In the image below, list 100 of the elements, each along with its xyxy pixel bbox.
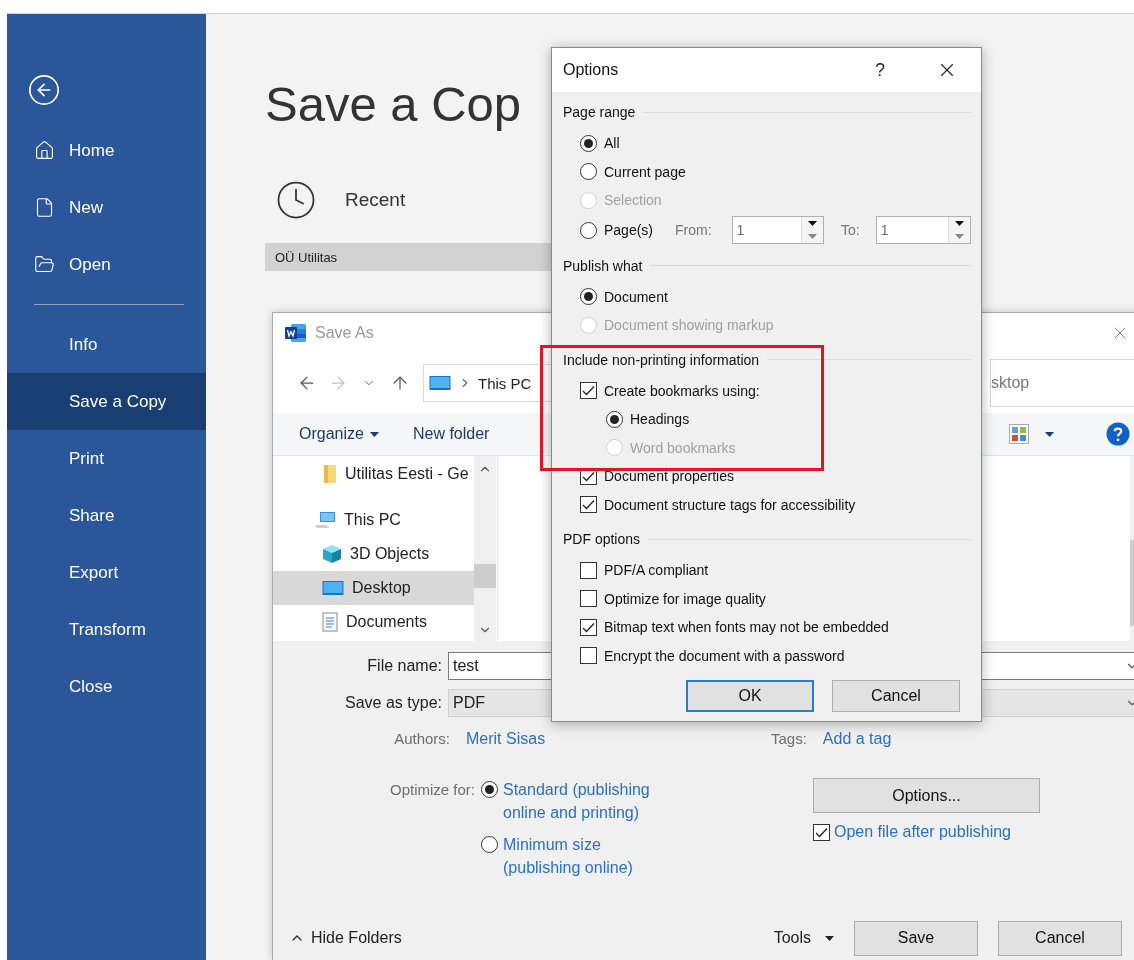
optimize-label: Optimize for: bbox=[388, 780, 475, 800]
document-icon bbox=[34, 197, 55, 218]
back-icon[interactable] bbox=[27, 73, 61, 107]
radio-option[interactable]: Headings bbox=[606, 410, 690, 428]
sidebar-item[interactable]: Save a Copy bbox=[7, 373, 206, 430]
sidebar-item[interactable]: Close bbox=[7, 658, 206, 715]
section-heading: Include non-printing information bbox=[563, 351, 760, 368]
optimize-option-label[interactable]: Standard (publishing online and printing) bbox=[503, 778, 673, 824]
checkbox-option[interactable]: Optimize for image quality bbox=[580, 590, 766, 608]
file-name-label: File name: bbox=[366, 657, 443, 675]
spin-down-icon bbox=[808, 234, 817, 239]
dialog-button[interactable]: Cancel bbox=[998, 920, 1122, 956]
checkbox[interactable] bbox=[580, 561, 597, 579]
clock-icon bbox=[275, 179, 317, 221]
radio-option[interactable]: Document bbox=[580, 288, 668, 306]
checkbox-option[interactable]: Document properties bbox=[580, 467, 734, 485]
hide-folders-button[interactable]: Hide Folders bbox=[289, 929, 402, 947]
recent-label[interactable]: Recent bbox=[345, 189, 406, 211]
folder-icon bbox=[34, 254, 55, 275]
authors-label: Authors: bbox=[393, 730, 450, 747]
folder-tree-item[interactable]: Utilitas Eesti - Ge bbox=[273, 457, 474, 491]
check-mark-icon bbox=[582, 470, 595, 482]
radio-button[interactable] bbox=[580, 288, 597, 306]
tools-button[interactable]: Tools bbox=[773, 929, 834, 947]
sidebar-item[interactable]: Export bbox=[7, 544, 206, 601]
sidebar-item[interactable]: Info bbox=[7, 316, 206, 373]
page-title: Save a Cop bbox=[265, 76, 522, 133]
radio-button[interactable] bbox=[580, 163, 597, 181]
caret-icon bbox=[369, 431, 379, 437]
checkbox-option[interactable]: Create bookmarks using: bbox=[580, 382, 760, 400]
section-heading: Publish what bbox=[563, 257, 643, 274]
sidebar-item[interactable]: Transform bbox=[7, 601, 206, 658]
number-field[interactable]: 1 bbox=[731, 216, 824, 244]
save-type-label: Save as type: bbox=[344, 694, 443, 712]
radio-button[interactable] bbox=[481, 836, 498, 853]
sidebar-item[interactable]: Share bbox=[7, 487, 206, 544]
view-caret-icon bbox=[1045, 431, 1054, 437]
checkbox[interactable] bbox=[580, 590, 597, 608]
checkbox[interactable] bbox=[580, 618, 597, 636]
section-heading: PDF options bbox=[563, 531, 641, 547]
view-grid-icon[interactable] bbox=[1009, 424, 1029, 444]
sidebar-item[interactable]: Open bbox=[7, 236, 206, 293]
radio-option[interactable]: Current page bbox=[580, 163, 686, 181]
new-folder-button[interactable]: New folder bbox=[412, 425, 490, 443]
desktop-icon bbox=[322, 580, 344, 596]
radio-button[interactable] bbox=[580, 134, 597, 152]
cube-icon bbox=[322, 544, 342, 564]
authors-link[interactable]: Merit Sisas bbox=[466, 730, 546, 748]
spin-down-icon bbox=[955, 234, 964, 239]
folder-tree-item[interactable]: Desktop bbox=[273, 571, 474, 605]
check-mark-icon bbox=[582, 621, 595, 633]
open-after-label[interactable]: Open file after publishing bbox=[834, 823, 1011, 841]
help-icon[interactable] bbox=[1106, 422, 1130, 446]
checkbox[interactable] bbox=[813, 823, 830, 841]
number-field[interactable]: 1 bbox=[875, 216, 971, 244]
dialog-title: Options bbox=[563, 61, 619, 79]
folder-tree-item[interactable]: 3D Objects bbox=[273, 537, 474, 571]
dialog-button[interactable]: Cancel bbox=[832, 680, 960, 712]
check-mark-icon bbox=[815, 826, 828, 838]
check-mark-icon bbox=[582, 499, 595, 511]
word-logo-icon bbox=[285, 323, 307, 343]
desktop-icon bbox=[428, 375, 452, 391]
folder-icon bbox=[323, 464, 337, 484]
to-label: To: bbox=[841, 222, 860, 238]
spin-up-icon bbox=[955, 221, 964, 226]
radio-option[interactable]: All bbox=[580, 134, 620, 152]
sidebar-item[interactable]: Home bbox=[7, 122, 206, 179]
computer-icon bbox=[314, 511, 336, 529]
sidebar-item[interactable]: New bbox=[7, 179, 206, 236]
search-field[interactable]: sktop bbox=[990, 359, 1134, 407]
scrollbar[interactable] bbox=[474, 456, 496, 641]
from-label: From: bbox=[675, 222, 712, 238]
breadcrumb-item[interactable]: This PC bbox=[478, 374, 532, 392]
dialog-button[interactable]: Save bbox=[854, 920, 978, 956]
folder-tree-item[interactable]: This PC bbox=[273, 503, 474, 537]
radio-option[interactable]: Page(s) bbox=[580, 221, 654, 239]
checkbox-option[interactable]: Document structure tags for accessibility bbox=[580, 496, 856, 514]
radio-button[interactable] bbox=[580, 221, 597, 239]
checkbox[interactable] bbox=[580, 647, 597, 665]
section-heading: Page range bbox=[563, 104, 636, 120]
optimize-option-label[interactable]: Minimum size (publishing online) bbox=[503, 833, 673, 879]
dialog-button[interactable]: OK bbox=[686, 680, 814, 712]
organize-button[interactable]: Organize bbox=[299, 425, 379, 443]
home-icon bbox=[34, 140, 55, 161]
dialog-title: Save As bbox=[315, 324, 374, 342]
caret-icon bbox=[825, 935, 834, 941]
checkbox[interactable] bbox=[580, 382, 597, 400]
checkbox-option[interactable]: Encrypt the document with a password bbox=[580, 647, 845, 665]
sidebar-item[interactable]: Print bbox=[7, 430, 206, 487]
checkbox-option[interactable]: Bitmap text when fonts may not be embedded bbox=[580, 618, 889, 636]
options-button[interactable]: Options... bbox=[813, 778, 1040, 813]
radio-button[interactable] bbox=[606, 410, 623, 428]
radio-button[interactable] bbox=[481, 781, 498, 798]
folder-tree-item[interactable]: Documents bbox=[273, 605, 474, 639]
help-button[interactable]: ? bbox=[870, 59, 890, 81]
scroll-thumb[interactable] bbox=[474, 563, 496, 588]
tags-link[interactable]: Add a tag bbox=[822, 730, 892, 748]
checkbox[interactable] bbox=[580, 496, 597, 514]
tags-label: Tags: bbox=[771, 730, 807, 747]
checkbox-option[interactable]: PDF/A compliant bbox=[580, 561, 709, 579]
